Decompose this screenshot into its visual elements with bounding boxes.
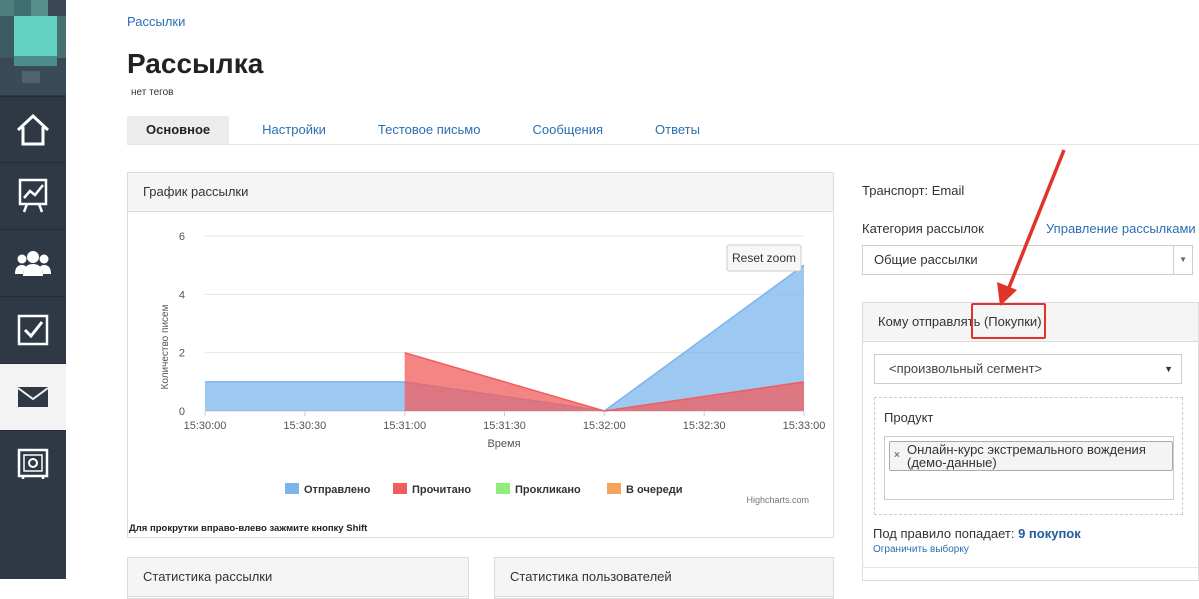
legend-label: Прокликано bbox=[515, 484, 581, 496]
users-icon bbox=[15, 251, 51, 276]
breadcrumb[interactable]: Рассылки bbox=[127, 14, 185, 29]
tabs-divider bbox=[127, 144, 1199, 145]
y-tick-label: 0 bbox=[179, 406, 185, 418]
legend-label: В очереди bbox=[626, 484, 683, 496]
legend-item[interactable]: Прочитано bbox=[393, 483, 471, 496]
x-tick-label: 15:32:30 bbox=[683, 420, 726, 432]
sidebar-item-mailings[interactable] bbox=[0, 363, 66, 430]
chart-panel: График рассылки 15:30:00 15:30:30 15:31:00… bbox=[127, 172, 834, 538]
legend-item[interactable]: Отправлено bbox=[285, 483, 371, 496]
tabs: Основное Настройки Тестовое письмо Сообщ… bbox=[127, 116, 726, 144]
page-title: Рассылка bbox=[127, 48, 264, 79]
category-label: Категория рассылок bbox=[862, 221, 984, 236]
caret-down-icon: ▼ bbox=[1164, 364, 1173, 374]
home-icon bbox=[16, 114, 50, 146]
y-tick-label: 2 bbox=[179, 348, 185, 360]
sidebar-item-users[interactable] bbox=[0, 229, 66, 296]
legend-swatch bbox=[496, 483, 510, 494]
recipients-panel: Кому отправлять (Покупки) <произвольный … bbox=[862, 302, 1199, 581]
annotation-highlight-box bbox=[971, 303, 1046, 339]
legend-swatch bbox=[285, 483, 299, 494]
mail-icon bbox=[17, 387, 49, 407]
sidebar bbox=[0, 0, 66, 579]
legend-label: Прочитано bbox=[412, 484, 471, 496]
x-tick-label: 15:30:30 bbox=[283, 420, 326, 432]
tab-replies[interactable]: Ответы bbox=[629, 116, 726, 144]
product-chip[interactable]: × Онлайн-курс экстремального вождения (д… bbox=[889, 441, 1173, 471]
user-stats-heading: Статистика пользователей bbox=[495, 558, 833, 597]
rule-count-link[interactable]: 9 покупок bbox=[1018, 526, 1081, 541]
tab-settings[interactable]: Настройки bbox=[236, 116, 352, 144]
y-tick-label: 6 bbox=[179, 231, 185, 243]
y-axis-label: Количество писем bbox=[160, 304, 171, 389]
x-axis-label: Время bbox=[487, 438, 520, 450]
manage-mailings-link[interactable]: Управление рассылками bbox=[1046, 221, 1196, 236]
y-tick-label: 4 bbox=[179, 289, 185, 301]
product-label: Продукт bbox=[884, 410, 934, 425]
scroll-hint: Для прокрутки вправо-влево зажмите кнопк… bbox=[129, 523, 368, 534]
mailing-stats-panel: Статистика рассылки bbox=[127, 557, 469, 599]
chart-credits[interactable]: Highcharts.com bbox=[746, 495, 809, 505]
segment-select[interactable]: <произвольный сегмент> ▼ bbox=[874, 354, 1182, 384]
product-chip-label: Онлайн-курс экстремального вождения (дем… bbox=[907, 442, 1146, 470]
tab-messages[interactable]: Сообщения bbox=[506, 116, 629, 144]
product-filter: Продукт × Онлайн-курс экстремального вож… bbox=[874, 397, 1183, 515]
product-input[interactable]: × Онлайн-курс экстремального вождения (д… bbox=[884, 436, 1174, 500]
sidebar-item-safe[interactable] bbox=[0, 430, 66, 497]
reset-zoom-label: Reset zoom bbox=[732, 251, 796, 265]
legend-item[interactable]: В очереди bbox=[607, 483, 683, 496]
x-tick-label: 15:30:00 bbox=[184, 420, 227, 432]
segment-select-value: <произвольный сегмент> bbox=[889, 361, 1043, 376]
sidebar-item-tasks[interactable] bbox=[0, 296, 66, 363]
category-select-value: Общие рассылки bbox=[874, 252, 978, 267]
x-tick-label: 15:31:30 bbox=[483, 420, 526, 432]
legend-item[interactable]: Прокликано bbox=[496, 483, 581, 496]
legend-swatch bbox=[393, 483, 407, 494]
logo bbox=[0, 0, 66, 95]
chart[interactable]: 15:30:00 15:30:30 15:31:00 15:31:30 15:32:00… bbox=[128, 212, 833, 517]
tab-test-email[interactable]: Тестовое письмо bbox=[352, 116, 507, 144]
mailing-stats-heading: Статистика рассылки bbox=[128, 558, 468, 597]
reset-zoom-button[interactable]: Reset zoom bbox=[726, 244, 802, 272]
x-tick-label: 15:32:00 bbox=[583, 420, 626, 432]
legend-label: Отправлено bbox=[304, 484, 371, 496]
chart-panel-heading: График рассылки bbox=[128, 173, 833, 212]
chevron-down-icon: ▼ bbox=[1179, 255, 1187, 264]
x-tick-label: 15:31:00 bbox=[383, 420, 426, 432]
x-tick-label: 15:33:00 bbox=[783, 420, 826, 432]
chart-board-icon bbox=[18, 178, 48, 213]
rule-text: Под правило попадает: bbox=[873, 526, 1015, 541]
rule-summary: Под правило попадает: 9 покупок bbox=[873, 526, 1081, 541]
tab-main[interactable]: Основное bbox=[127, 116, 230, 144]
checkbox-icon bbox=[17, 314, 49, 346]
transport-label: Транспорт: Email bbox=[862, 183, 965, 198]
tags-label: нет тегов bbox=[131, 87, 174, 98]
sidebar-item-reports[interactable] bbox=[0, 162, 66, 229]
legend-swatch bbox=[607, 483, 621, 494]
remove-icon[interactable]: × bbox=[894, 450, 900, 461]
safe-icon bbox=[17, 448, 49, 479]
user-stats-panel: Статистика пользователей bbox=[494, 557, 834, 599]
limit-selection-link[interactable]: Ограничить выборку bbox=[873, 544, 969, 555]
category-select[interactable]: Общие рассылки ▼ bbox=[862, 245, 1193, 275]
sidebar-item-home[interactable] bbox=[0, 96, 66, 163]
